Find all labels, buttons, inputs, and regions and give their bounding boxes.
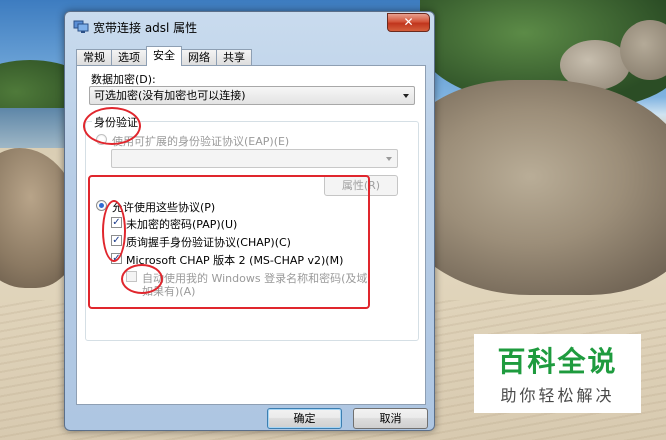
tab-strip: 常规 选项 安全 网络 共享 (76, 46, 252, 66)
window-title: 宽带连接 adsl 属性 (93, 21, 198, 35)
close-icon: ✕ (403, 15, 414, 29)
annotation-circle (83, 107, 141, 145)
annotation-circle (102, 200, 126, 262)
close-button[interactable]: ✕ (387, 13, 430, 32)
title-bar[interactable]: 宽带连接 adsl 属性 ✕ (65, 12, 434, 40)
data-encryption-value: 可选加密(没有加密也可以连接) (94, 89, 246, 102)
watermark-title: 百科全说 (497, 345, 618, 378)
tab-general[interactable]: 常规 (76, 49, 112, 66)
eap-option-label: 使用可扩展的身份验证协议(EAP)(E) (112, 135, 290, 148)
tab-security[interactable]: 安全 (146, 46, 182, 66)
tab-networking[interactable]: 网络 (181, 49, 217, 66)
chevron-down-icon (386, 157, 392, 161)
watermark-logo: 百科全说 助你轻松解决 (474, 334, 641, 413)
chevron-down-icon (403, 94, 409, 98)
annotation-circle (121, 264, 163, 294)
cancel-button[interactable]: 取消 (353, 408, 428, 429)
tab-options[interactable]: 选项 (111, 49, 147, 66)
network-connection-icon (73, 20, 89, 33)
tab-sharing[interactable]: 共享 (216, 49, 252, 66)
background-rock (395, 80, 666, 295)
watermark-subtitle: 助你轻松解决 (500, 386, 615, 405)
ok-button[interactable]: 确定 (267, 408, 342, 429)
data-encryption-label: 数据加密(D): (91, 73, 156, 86)
data-encryption-select[interactable]: 可选加密(没有加密也可以连接) (89, 86, 415, 105)
eap-method-select[interactable] (111, 149, 398, 168)
